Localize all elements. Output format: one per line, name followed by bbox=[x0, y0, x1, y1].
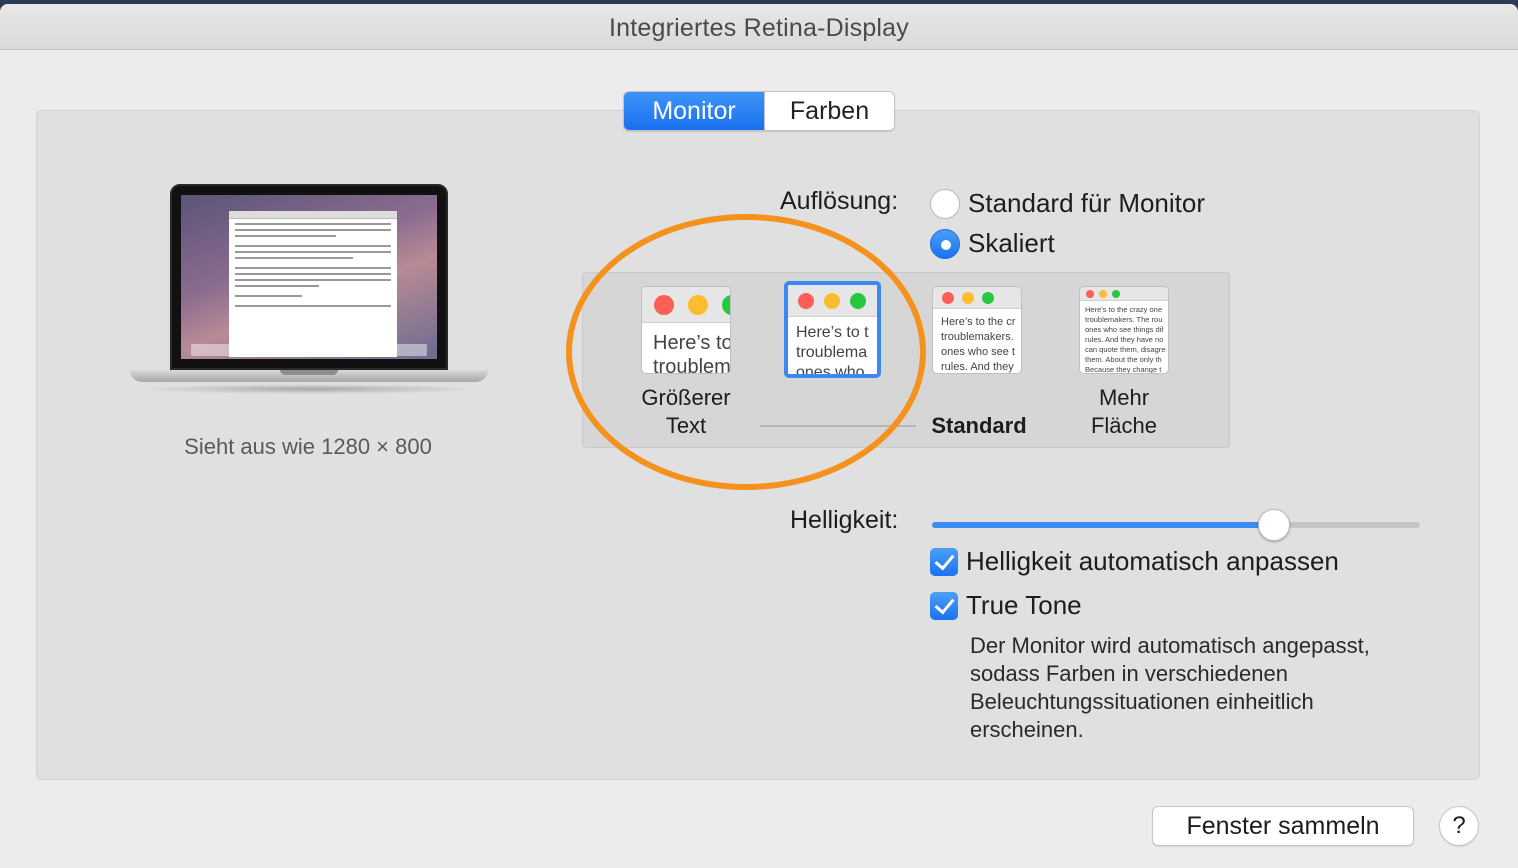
scaling-caption-more-space: Mehr Fläche bbox=[1090, 385, 1158, 438]
titlebar: Integriertes Retina-Display bbox=[0, 4, 1518, 50]
preview-text: Here’s to the cr troublemakers. ones who… bbox=[941, 316, 1016, 373]
brightness-slider-fill bbox=[932, 522, 1274, 528]
tab-monitor[interactable]: Monitor bbox=[624, 92, 764, 130]
dock-preview bbox=[191, 344, 427, 356]
true-tone-description: Der Monitor wird automatisch angepasst, … bbox=[970, 633, 1370, 742]
radio-standard-for-monitor[interactable]: Standard für Monitor bbox=[930, 188, 1205, 219]
radio-label: Skaliert bbox=[968, 228, 1055, 258]
checkbox-label: True Tone bbox=[966, 590, 1082, 620]
scaling-option-2[interactable]: Here’s to t troublema ones who bbox=[784, 281, 881, 378]
looks-like-resolution: Sieht aus wie 1280 × 800 bbox=[184, 434, 432, 459]
scaling-option-larger-text[interactable]: Here’s to troublem bbox=[641, 286, 731, 374]
checkbox-true-tone[interactable]: True Tone bbox=[930, 590, 1082, 621]
resolution-label: Auflösung: bbox=[780, 187, 899, 215]
brightness-slider[interactable] bbox=[932, 509, 1420, 541]
gather-windows-button[interactable]: Fenster sammeln bbox=[1152, 806, 1414, 846]
scaling-caption-larger-text: Größerer Text bbox=[641, 385, 731, 438]
macbook-preview-image bbox=[130, 184, 490, 404]
checkbox[interactable] bbox=[930, 547, 958, 576]
help-button[interactable]: ? bbox=[1439, 806, 1479, 846]
laptop-screen bbox=[181, 195, 437, 359]
window-title: Integriertes Retina-Display bbox=[609, 14, 909, 42]
laptop-lid bbox=[170, 184, 448, 370]
checkbox[interactable] bbox=[930, 591, 958, 620]
scaling-option-more-space[interactable]: Here’s to the crazy one troublemakers. T… bbox=[1079, 286, 1169, 374]
tab-farben[interactable]: Farben bbox=[764, 92, 894, 130]
document-preview bbox=[229, 211, 397, 357]
display-preferences-window: Integriertes Retina-Display Monitor Farb… bbox=[0, 4, 1518, 868]
checkbox-auto-brightness[interactable]: Helligkeit automatisch anpassen bbox=[930, 546, 1339, 577]
brightness-label: Helligkeit: bbox=[790, 506, 899, 534]
preview-text: Here’s to t troublema ones who bbox=[796, 324, 869, 378]
radio-scaled[interactable]: Skaliert bbox=[930, 228, 1055, 259]
tab-bar: Monitor Farben bbox=[623, 91, 895, 131]
scaling-caption-standard: Standard bbox=[931, 413, 1027, 438]
radio-label: Standard für Monitor bbox=[968, 188, 1206, 218]
checkbox-label: Helligkeit automatisch anpassen bbox=[966, 546, 1339, 576]
preview-text: Here’s to the crazy one troublemakers. T… bbox=[1085, 305, 1166, 374]
brightness-slider-knob[interactable] bbox=[1257, 509, 1290, 541]
scaling-option-standard[interactable]: Here’s to the cr troublemakers. ones who… bbox=[932, 286, 1022, 374]
radio-button[interactable] bbox=[930, 228, 960, 259]
preview-text: Here’s to troublem bbox=[653, 332, 730, 374]
radio-button[interactable] bbox=[930, 188, 960, 219]
